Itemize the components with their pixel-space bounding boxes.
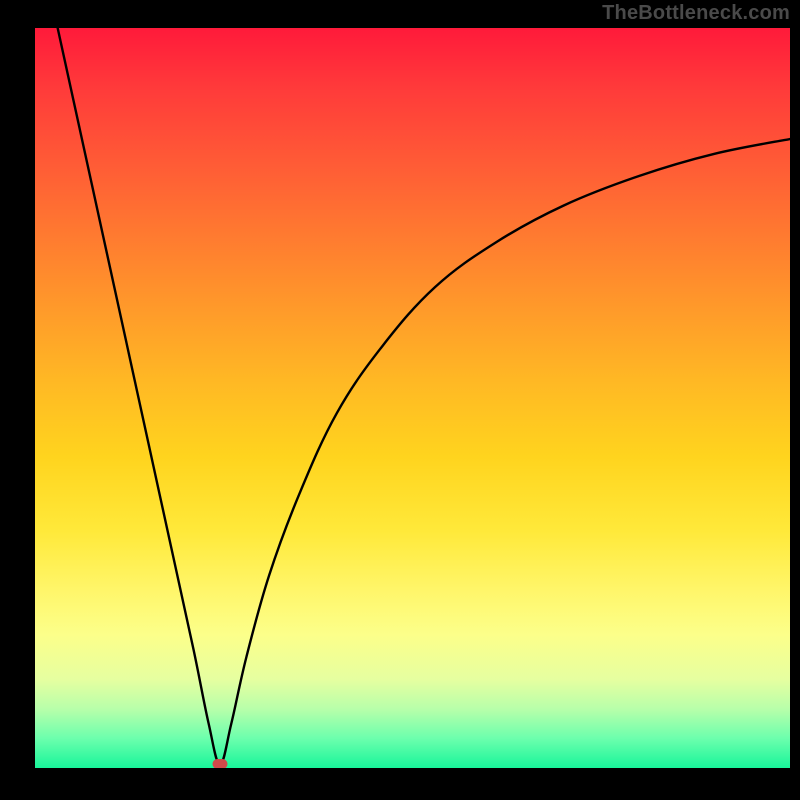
chart-frame: TheBottleneck.com bbox=[0, 0, 800, 800]
optimal-point-marker bbox=[212, 759, 227, 768]
plot-area bbox=[35, 28, 790, 768]
curve-layer bbox=[35, 28, 790, 768]
watermark-label: TheBottleneck.com bbox=[602, 2, 790, 25]
bottleneck-curve bbox=[58, 28, 790, 764]
